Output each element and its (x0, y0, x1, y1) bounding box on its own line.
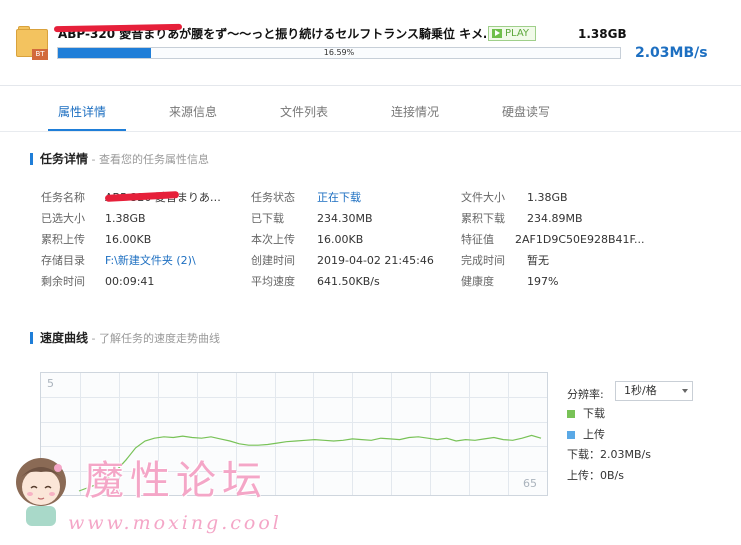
download-speed: 2.03MB/s (635, 45, 708, 61)
upload-swatch (567, 431, 575, 439)
save-dir-link[interactable]: F:\新建文件夹 (2)\ (105, 253, 196, 269)
completed-value: 暂无 (527, 254, 549, 267)
progress-percent: 16.59% (323, 48, 355, 57)
session-uploaded-label: 本次上传 (251, 233, 295, 246)
chart-x-right-label: 65 (523, 477, 537, 490)
download-size: 1.38GB (578, 27, 627, 41)
series-line-download (78, 434, 542, 492)
downloaded-label: 已下载 (251, 212, 284, 225)
selected-size-label: 已选大小 (41, 212, 85, 225)
avg-speed-value: 641.50KB/s (317, 275, 380, 288)
tab-disk-io[interactable]: 硬盘读写 (502, 104, 550, 120)
total-downloaded-value: 234.89MB (527, 212, 583, 225)
status-value: 正在下载 (317, 191, 361, 204)
active-tab-indicator (48, 129, 126, 131)
completed-label: 完成时间 (461, 254, 505, 267)
tab-connections[interactable]: 连接情况 (391, 104, 439, 120)
task-detail-panel: 属性详情 来源信息 文件列表 连接情况 硬盘读写 任务详情 - 查看您的任务属性… (0, 86, 741, 545)
total-uploaded-label: 累积上传 (41, 233, 85, 246)
status-label: 任务状态 (251, 191, 295, 204)
health-label: 健康度 (461, 275, 494, 288)
total-downloaded-label: 累积下载 (461, 212, 505, 225)
remaining-label: 剩余时间 (41, 275, 85, 288)
save-dir-label: 存储目录 (41, 254, 85, 267)
tab-source[interactable]: 来源信息 (169, 104, 217, 120)
downloaded-value: 234.30MB (317, 212, 373, 225)
task-details-heading: 任务详情 - 查看您的任务属性信息 (30, 151, 209, 168)
file-size-label: 文件大小 (461, 191, 505, 204)
resolution-label: 分辨率: (567, 388, 604, 401)
remaining-value: 00:09:41 (105, 275, 155, 288)
speed-chart: 5 65 (40, 372, 548, 496)
avg-speed-label: 平均速度 (251, 275, 295, 288)
total-uploaded-value: 16.00KB (105, 233, 152, 246)
detail-tabs: 属性详情 来源信息 文件列表 连接情况 硬盘读写 (0, 86, 741, 132)
session-uploaded-value: 16.00KB (317, 233, 364, 246)
tab-properties[interactable]: 属性详情 (58, 104, 106, 120)
created-value: 2019-04-02 21:45:46 (317, 254, 434, 267)
legend-upload: 上传 (567, 428, 605, 442)
hash-value: 2AF1D9C50E928B41F... (515, 233, 645, 246)
upload-speed-stat: 上传：0B/s (567, 469, 624, 482)
chart-y-top-label: 5 (47, 377, 54, 390)
resolution-select[interactable]: 1秒/格 (615, 381, 693, 401)
play-button[interactable]: PLAY (488, 26, 536, 41)
speed-curve-heading: 速度曲线 - 了解任务的速度走势曲线 (30, 330, 220, 347)
selected-size-value: 1.38GB (105, 212, 146, 225)
file-size-value: 1.38GB (527, 191, 568, 204)
health-value: 197% (527, 275, 559, 288)
legend-download: 下载 (567, 407, 605, 421)
download-header: BT ABP-320 愛音まりあが腰をず～～っと振り続けるセルフトランス騎乗位 … (0, 0, 741, 86)
task-name-label: 任务名称 (41, 191, 85, 204)
play-label: PLAY (505, 28, 530, 39)
speed-chart-svg (41, 373, 547, 495)
download-speed-stat: 下载：2.03MB/s (567, 448, 651, 461)
download-progress-bar: 16.59% (57, 47, 621, 59)
download-swatch (567, 410, 575, 418)
hash-label: 特征值 (461, 233, 494, 246)
file-type-badge: BT (32, 49, 48, 60)
created-label: 创建时间 (251, 254, 295, 267)
bt-folder-icon: BT (16, 26, 48, 60)
play-icon (492, 29, 502, 38)
chevron-down-icon (682, 389, 688, 393)
tab-file-list[interactable]: 文件列表 (280, 104, 328, 120)
